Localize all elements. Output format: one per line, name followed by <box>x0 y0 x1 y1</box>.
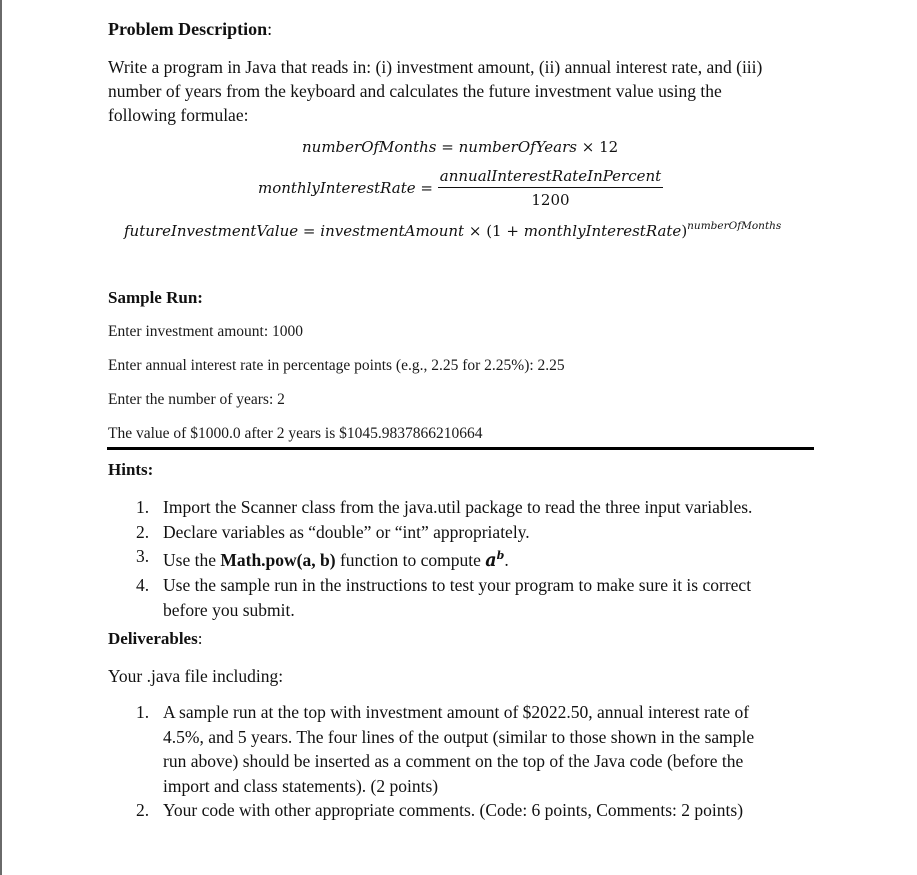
hint-text-line-2: before you submit. <box>163 599 295 620</box>
deliverable-line: Your code with other appropriate comment… <box>163 800 744 820</box>
hint-math-a-power-b: ab <box>485 549 504 571</box>
formula2-denominator: 1200 <box>531 191 570 209</box>
hints-list: 1. Import the Scanner class from the jav… <box>136 495 816 622</box>
sample-run-line-1: Enter investment amount: 1000 <box>108 323 304 340</box>
hint-number: 3. <box>136 546 150 566</box>
hint-text-line-1: Use the sample run in the instructions t… <box>163 575 752 596</box>
deliverables-list: 1. A sample run at the top with investme… <box>136 700 816 823</box>
deliverable-item-2: 2. Your code with other appropriate comm… <box>136 798 816 823</box>
problem-description-heading: Problem Description: <box>108 19 272 40</box>
formula2-fraction: annualInterestRateInPercent 1200 <box>437 167 664 209</box>
formula3-equals: = <box>302 222 316 240</box>
deliverable-line: A sample run at the top with investment … <box>163 702 750 722</box>
formula3-paren-open: (1 + <box>486 222 524 240</box>
hint-text: Declare variables as “double” or “int” a… <box>163 521 530 542</box>
problem-line-3: following formulae: <box>108 105 249 125</box>
hint-number: 1. <box>136 497 150 517</box>
problem-heading-text: Problem Description <box>108 19 268 39</box>
formula1-rhs-var: numberOfYears <box>458 138 577 156</box>
formula3-exponent: numberOfMonths <box>687 220 782 232</box>
formula1-lhs: numberOfMonths <box>302 138 437 156</box>
hint-number: 4. <box>136 575 150 596</box>
hints-heading: Hints: <box>108 460 154 479</box>
hint-text-pre: Use the <box>163 549 221 570</box>
problem-line-1: Write a program in Java that reads in: (… <box>108 57 763 77</box>
hint-item-4: 4. Use the sample run in the instruction… <box>136 573 816 622</box>
sample-run-heading: Sample Run: <box>108 288 203 307</box>
deliverables-heading-colon: : <box>197 629 203 648</box>
formula2-lhs: monthlyInterestRate <box>258 179 416 197</box>
formula3-inner-var: monthlyInterestRate <box>523 222 682 240</box>
formula2-numerator: annualInterestRateInPercent <box>437 167 664 188</box>
deliverable-line: run above) should be inserted as a comme… <box>163 751 744 771</box>
sample-run-bottom-rule <box>107 447 814 450</box>
formula1-equals: = <box>441 138 454 156</box>
formula2-equals: = <box>420 179 433 197</box>
page-left-border <box>0 0 2 875</box>
sample-run-line-4: The value of $1000.0 after 2 years is $1… <box>108 425 483 442</box>
formula3-var: investmentAmount <box>320 222 465 240</box>
hint-number: 2. <box>136 521 150 542</box>
hint-text-end: . <box>504 549 509 570</box>
hint-text: Import the Scanner class from the java.u… <box>163 497 753 517</box>
formula1-constant: 12 <box>599 138 619 156</box>
deliverable-line: import and class statements). (2 points) <box>163 775 439 796</box>
deliverable-item-1: 1. A sample run at the top with investme… <box>136 700 816 798</box>
hint-item-1: 1. Import the Scanner class from the jav… <box>136 495 816 520</box>
deliverable-number: 2. <box>136 800 150 820</box>
hint-text-post: function to compute <box>335 549 486 570</box>
formula3-lhs: futureInvestmentValue <box>124 222 299 240</box>
formula-monthly-interest-rate: monthlyInterestRate = annualInterestRate… <box>258 167 664 209</box>
problem-heading-colon: : <box>267 19 273 39</box>
math-base: a <box>485 550 497 571</box>
deliverables-heading-text: Deliverables <box>108 629 198 648</box>
deliverables-intro: Your .java file including: <box>108 666 284 686</box>
problem-line-2: number of years from the keyboard and ca… <box>108 81 722 101</box>
sample-run-line-3: Enter the number of years: 2 <box>108 391 285 408</box>
sample-run-line-2: Enter annual interest rate in percentage… <box>108 357 565 374</box>
formula-number-of-months: numberOfMonths = numberOfYears × 12 <box>302 138 618 156</box>
deliverables-heading: Deliverables: <box>108 629 202 649</box>
hint-item-2: 2. Declare variables as “double” or “int… <box>136 520 816 545</box>
formula3-times: × <box>468 222 482 240</box>
hint-code-math-pow: Math.pow(a, b) <box>220 549 336 570</box>
deliverable-line: 4.5%, and 5 years. The four lines of the… <box>163 726 755 747</box>
formula1-times: × <box>581 138 595 156</box>
deliverable-number: 1. <box>136 702 150 722</box>
hint-item-3: 3. Use the Math.pow(a, b) function to co… <box>136 544 816 573</box>
formula-future-investment-value: futureInvestmentValue = investmentAmount… <box>124 220 782 240</box>
